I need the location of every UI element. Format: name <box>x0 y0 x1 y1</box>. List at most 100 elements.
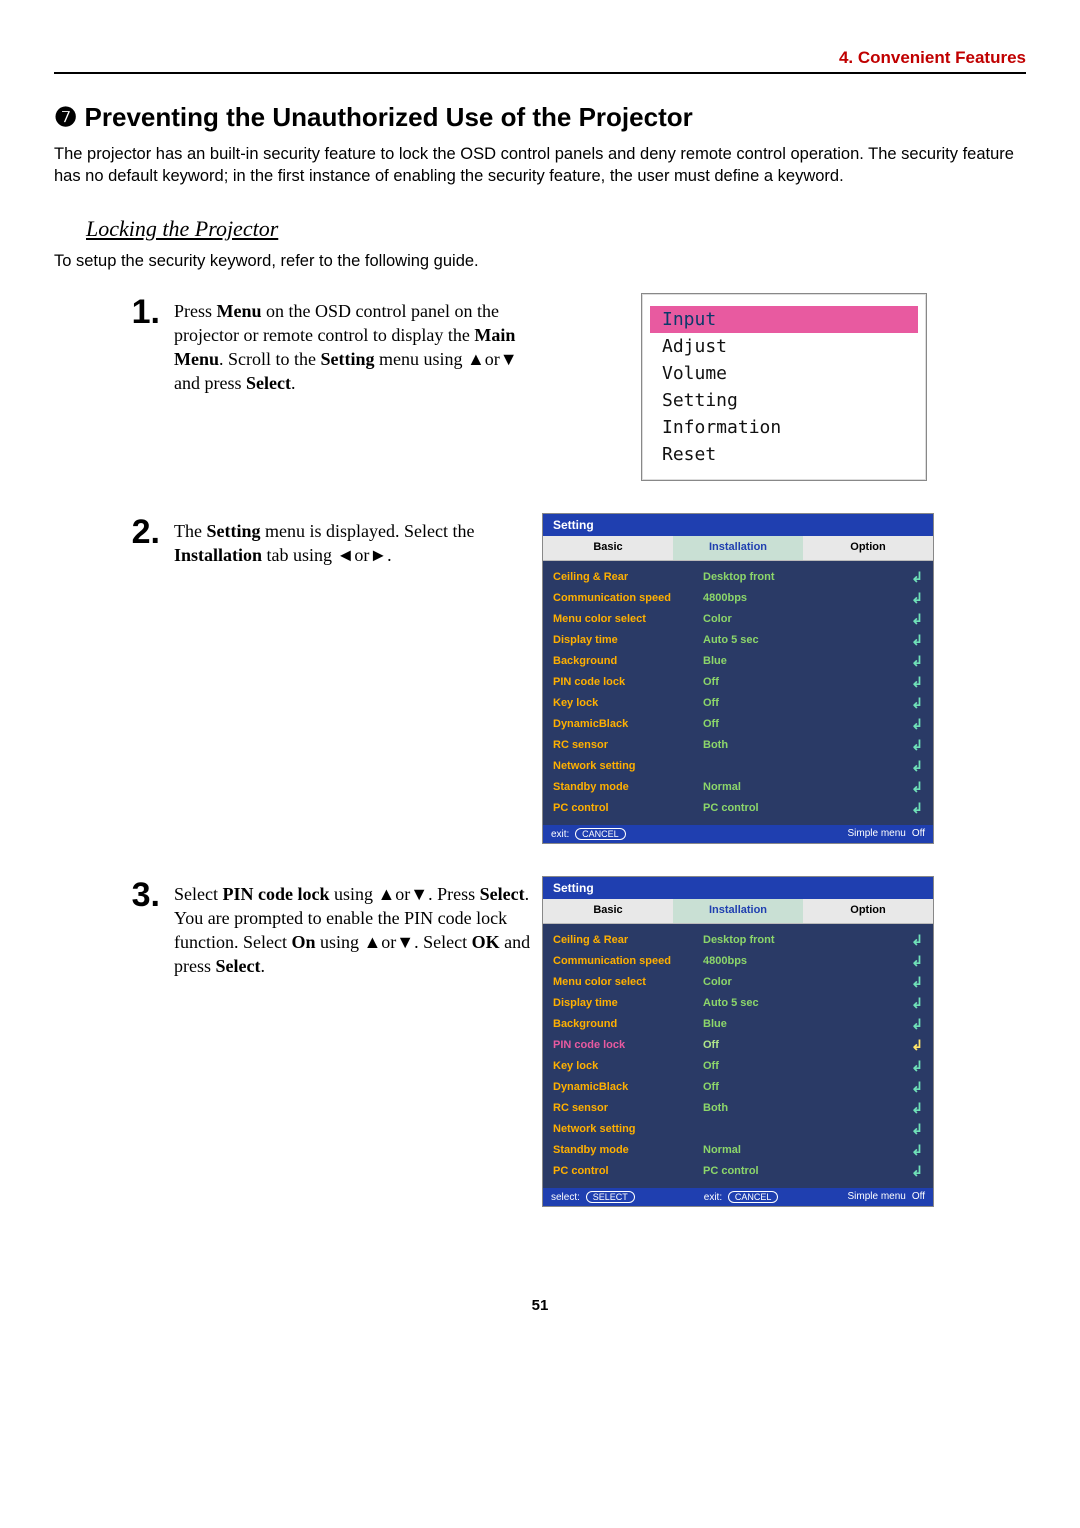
enter-icon: ↲ <box>899 1121 923 1138</box>
osd-footer-simple-value: Off <box>912 1191 925 1202</box>
osd-row-value: Off <box>703 1060 899 1072</box>
osd-tab[interactable]: Option <box>803 536 933 560</box>
enter-icon: ↲ <box>899 590 923 607</box>
osd-row-value: Off <box>703 718 899 730</box>
enter-icon: ↲ <box>899 800 923 817</box>
osd-row-label: Menu color select <box>553 976 703 988</box>
figure-3-setting-panel: Setting BasicInstallationOption Ceiling … <box>542 876 934 1207</box>
main-menu-item[interactable]: Setting <box>650 387 918 414</box>
enter-icon: ↲ <box>899 1079 923 1096</box>
osd-setting-row[interactable]: PC controlPC control↲ <box>551 798 925 819</box>
osd-row-label: PC control <box>553 1165 703 1177</box>
osd-row-label: Standby mode <box>553 781 703 793</box>
header-divider <box>54 72 1026 74</box>
osd-row-value: 4800bps <box>703 955 899 967</box>
osd-footer-select: select: SELECT <box>551 1191 635 1203</box>
osd-row-value: Blue <box>703 1018 899 1030</box>
main-menu-item[interactable]: Adjust <box>650 333 918 360</box>
osd-row-label: Background <box>553 1018 703 1030</box>
osd-row-value: Normal <box>703 1144 899 1156</box>
osd-tab[interactable]: Installation <box>673 899 803 923</box>
osd-setting-row[interactable]: Ceiling & RearDesktop front↲ <box>551 930 925 951</box>
enter-icon: ↲ <box>899 611 923 628</box>
osd-setting-row[interactable]: Communication speed4800bps↲ <box>551 588 925 609</box>
osd-row-label: Key lock <box>553 1060 703 1072</box>
enter-icon: ↲ <box>899 1016 923 1033</box>
osd-row-label: Background <box>553 655 703 667</box>
osd-setting-row[interactable]: Display timeAuto 5 sec↲ <box>551 993 925 1014</box>
enter-icon: ↲ <box>899 716 923 733</box>
enter-icon: ↲ <box>899 1037 923 1054</box>
step-2-number: 2. <box>94 513 174 552</box>
enter-icon: ↲ <box>899 953 923 970</box>
osd-setting-row[interactable]: BackgroundBlue↲ <box>551 1014 925 1035</box>
osd-setting-row[interactable]: Network setting ↲ <box>551 1119 925 1140</box>
main-menu-item[interactable]: Input <box>650 306 918 333</box>
osd-setting-row[interactable]: Standby modeNormal↲ <box>551 1140 925 1161</box>
main-menu-item[interactable]: Volume <box>650 360 918 387</box>
osd-title: Setting <box>543 877 933 899</box>
osd-row-value: 4800bps <box>703 592 899 604</box>
enter-icon: ↲ <box>899 674 923 691</box>
osd-row-value: Off <box>703 1039 899 1051</box>
osd-row-value: Desktop front <box>703 571 899 583</box>
enter-icon: ↲ <box>899 1142 923 1159</box>
osd-row-label: Network setting <box>553 1123 703 1135</box>
osd-row-label: Ceiling & Rear <box>553 934 703 946</box>
osd-setting-row[interactable]: DynamicBlackOff↲ <box>551 1077 925 1098</box>
osd-setting-row[interactable]: Key lockOff↲ <box>551 693 925 714</box>
osd-setting-row[interactable]: Menu color selectColor↲ <box>551 609 925 630</box>
osd-row-value: PC control <box>703 1165 899 1177</box>
section-header: 4. Convenient Features <box>54 48 1026 72</box>
osd-setting-row[interactable]: Key lockOff↲ <box>551 1056 925 1077</box>
osd-row-label: DynamicBlack <box>553 1081 703 1093</box>
osd-tab[interactable]: Basic <box>543 536 673 560</box>
cancel-button-icon[interactable]: CANCEL <box>728 1191 779 1203</box>
cancel-button-icon[interactable]: CANCEL <box>575 828 626 840</box>
page-number: 51 <box>54 1297 1026 1314</box>
osd-footer-exit: exit: CANCEL <box>704 1191 779 1203</box>
osd-setting-row[interactable]: Network setting↲ <box>551 756 925 777</box>
page-title: ❼ Preventing the Unauthorized Use of the… <box>54 102 1026 133</box>
osd-row-label: RC sensor <box>553 1102 703 1114</box>
osd-setting-row[interactable]: BackgroundBlue↲ <box>551 651 925 672</box>
osd-row-value: Off <box>703 697 899 709</box>
step-3-number: 3. <box>94 876 174 915</box>
osd-setting-row[interactable]: PIN code lockOff↲ <box>551 1035 925 1056</box>
enter-icon: ↲ <box>899 932 923 949</box>
main-menu-item[interactable]: Reset <box>650 441 918 468</box>
osd-row-label: PIN code lock <box>553 1039 703 1051</box>
osd-setting-row[interactable]: Menu color selectColor↲ <box>551 972 925 993</box>
osd-row-value: Off <box>703 1081 899 1093</box>
osd-footer-simple-label: Simple menu <box>847 1191 905 1202</box>
osd-setting-row[interactable]: RC sensorBoth↲ <box>551 1098 925 1119</box>
osd-setting-row[interactable]: PIN code lockOff↲ <box>551 672 925 693</box>
osd-row-label: PIN code lock <box>553 676 703 688</box>
step-1-text: Press Menu on the OSD control panel on t… <box>174 293 534 396</box>
osd-row-value: PC control <box>703 802 899 814</box>
osd-tab[interactable]: Option <box>803 899 933 923</box>
osd-setting-row[interactable]: PC controlPC control↲ <box>551 1161 925 1182</box>
main-menu-item[interactable]: Information <box>650 414 918 441</box>
osd-setting-row[interactable]: Standby modeNormal↲ <box>551 777 925 798</box>
osd-tab[interactable]: Installation <box>673 536 803 560</box>
osd-row-label: Key lock <box>553 697 703 709</box>
enter-icon: ↲ <box>899 632 923 649</box>
osd-row-label: DynamicBlack <box>553 718 703 730</box>
enter-icon: ↲ <box>899 1058 923 1075</box>
osd-title: Setting <box>543 514 933 536</box>
enter-icon: ↲ <box>899 569 923 586</box>
enter-icon: ↲ <box>899 758 923 775</box>
osd-setting-row[interactable]: Ceiling & RearDesktop front↲ <box>551 567 925 588</box>
osd-setting-row[interactable]: RC sensorBoth↲ <box>551 735 925 756</box>
osd-row-label: Communication speed <box>553 592 703 604</box>
select-button-icon[interactable]: SELECT <box>586 1191 635 1203</box>
osd-row-value: Both <box>703 1102 899 1114</box>
osd-setting-row[interactable]: DynamicBlackOff↲ <box>551 714 925 735</box>
setup-line: To setup the security keyword, refer to … <box>54 252 1026 271</box>
osd-row-value: Desktop front <box>703 934 899 946</box>
osd-setting-row[interactable]: Display timeAuto 5 sec↲ <box>551 630 925 651</box>
osd-tab[interactable]: Basic <box>543 899 673 923</box>
osd-row-value: Auto 5 sec <box>703 634 899 646</box>
osd-setting-row[interactable]: Communication speed4800bps↲ <box>551 951 925 972</box>
